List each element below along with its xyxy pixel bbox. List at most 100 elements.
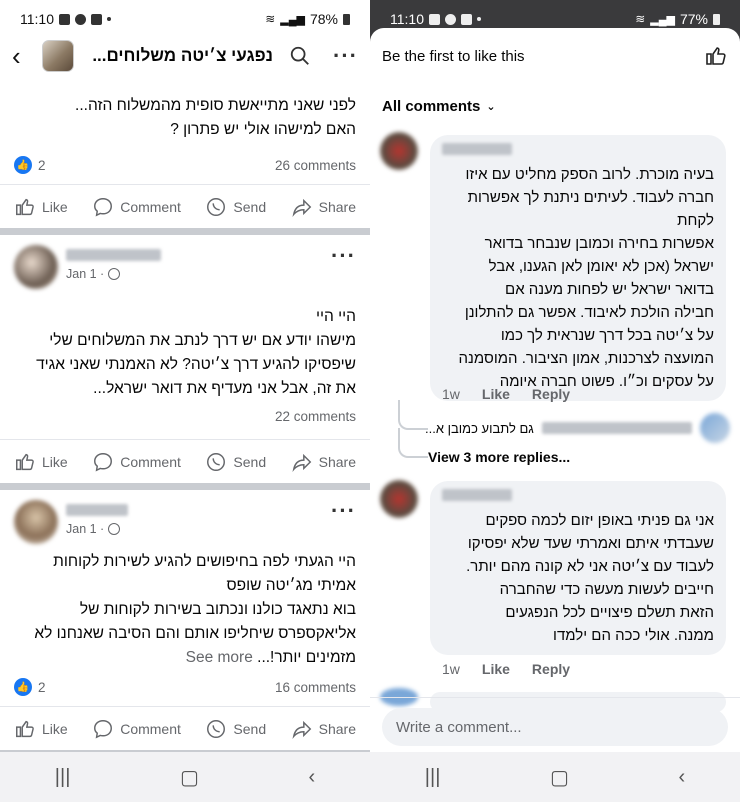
more-options-icon[interactable]: ···: [333, 45, 358, 67]
comments-sheet: Be the first to like this All comments ⌄…: [370, 28, 740, 802]
share-button[interactable]: Share: [291, 718, 356, 740]
post-text-line: אליאקספרס שיחליפו אותם והם הסיבה שאנחנו …: [34, 625, 356, 642]
comment-like-button[interactable]: Like: [482, 661, 510, 677]
mail-icon: [461, 13, 472, 25]
comment-like-button[interactable]: Like: [482, 386, 510, 402]
thumbs-up-icon: [16, 198, 34, 215]
post-options-icon[interactable]: ···: [331, 245, 356, 267]
comment-count[interactable]: 26 comments: [275, 158, 356, 173]
view-more-replies-link[interactable]: View 3 more replies...: [428, 449, 570, 465]
comment-count[interactable]: 22 comments: [275, 409, 356, 424]
comments-filter[interactable]: All comments ⌄: [370, 68, 740, 115]
share-icon: [292, 720, 311, 739]
status-bar: 11:10 ≋ ▂▄▆ 78%: [0, 0, 370, 38]
comment-input[interactable]: Write a comment...: [382, 708, 728, 746]
send-label: Send: [233, 720, 267, 737]
reply-avatar: [699, 413, 730, 443]
comment-button[interactable]: Comment: [92, 451, 181, 473]
mail-icon: [91, 13, 102, 25]
clock: 11:10: [390, 11, 424, 27]
recent-apps-icon[interactable]: |||: [55, 766, 71, 789]
battery-icon: [343, 13, 350, 25]
like-reaction-icon: 👍: [14, 156, 32, 174]
post-text-line: לפני שאני מתייאשת סופית מהמשלוח הזה...: [75, 97, 356, 114]
post-2-header: Jan 1 · ···: [0, 235, 370, 293]
comment-age: 1w: [442, 386, 460, 402]
wifi-icon: ≋: [635, 12, 646, 26]
post-3-meta: 👍 2 16 comments: [0, 672, 370, 702]
thumbs-up-icon: [16, 720, 34, 737]
send-label: Send: [233, 453, 267, 470]
comment-line: חברה לעבוד. לעיתים ניתנת לך אפשרות לקחת: [467, 189, 714, 229]
comment-icon: [94, 719, 113, 739]
commenter-name-redacted[interactable]: [442, 143, 512, 155]
comment-bubble: בעיה מוכרת. לרוב הספק מחליט עם איזו חברה…: [430, 135, 726, 401]
comment-button[interactable]: Comment: [92, 196, 181, 218]
nav-back-icon[interactable]: ‹: [309, 766, 316, 789]
commenter-avatar[interactable]: [380, 480, 418, 518]
post-date[interactable]: Jan 1 ·: [66, 522, 104, 536]
gallery-icon: [429, 13, 440, 25]
search-icon[interactable]: [289, 45, 311, 67]
post-separator: [0, 483, 370, 490]
send-button[interactable]: Send: [205, 718, 266, 740]
comment-line: שעבדתי איתם ואמרתי שעד שלא יפסיקו: [467, 535, 714, 552]
commenter-avatar[interactable]: [380, 132, 418, 170]
post-options-icon[interactable]: ···: [331, 500, 356, 522]
whatsapp-icon: [445, 13, 456, 25]
home-icon[interactable]: ▢: [550, 765, 569, 790]
like-count[interactable]: 2: [38, 680, 46, 695]
back-arrow-icon[interactable]: ‹: [12, 43, 34, 69]
first-like-text: Be the first to like this: [382, 47, 525, 65]
comment-actions: 1w Like Reply: [442, 661, 570, 677]
share-button[interactable]: Share: [291, 196, 356, 218]
group-title[interactable]: נפגעי צ׳יטה משלוחים...: [82, 46, 273, 66]
like-count[interactable]: 2: [38, 158, 46, 173]
post-1-text: לפני שאני מתייאשת סופית מהמשלוח הזה... ה…: [0, 94, 370, 142]
globe-icon: [108, 523, 121, 535]
like-button[interactable]: Like: [14, 451, 68, 473]
comment-line: בדואר ישראל יש לפחות מענה אם: [505, 281, 714, 298]
android-nav-bar: ||| ▢ ‹: [370, 752, 740, 802]
post-date[interactable]: Jan 1 ·: [66, 267, 104, 281]
reply-preview[interactable]: גם לתבוע כמובן א...: [425, 413, 730, 443]
post-1-meta: 👍 2 26 comments: [0, 150, 370, 180]
comment-line: אפשרות בחירה וכמובן שנבחר בדואר: [484, 235, 714, 252]
send-button[interactable]: Send: [205, 196, 266, 218]
commenter-name-redacted[interactable]: [442, 489, 512, 501]
post-text-last-line: מזמינים יותר!... See more: [14, 646, 356, 670]
comment-line: ממנה. אולי ככה הם ילמדו: [553, 627, 714, 644]
recent-apps-icon[interactable]: |||: [425, 766, 441, 789]
nav-back-icon[interactable]: ‹: [679, 766, 686, 789]
comment-icon: [94, 452, 113, 472]
avatar[interactable]: [14, 500, 58, 544]
like-button[interactable]: Like: [14, 196, 68, 218]
author-name-redacted[interactable]: [66, 504, 128, 516]
share-button[interactable]: Share: [291, 451, 356, 473]
comment-icon: [94, 197, 113, 217]
comment-count[interactable]: 16 comments: [275, 680, 356, 695]
more-notifications-icon: [477, 17, 481, 21]
avatar[interactable]: [14, 245, 58, 289]
like-label: Like: [42, 720, 68, 737]
thumbs-up-icon[interactable]: [704, 44, 728, 68]
comment-line: חייבים לעשות מעשה כדי שהחברה: [499, 581, 714, 598]
comment-reply-button[interactable]: Reply: [532, 386, 570, 402]
see-more-link[interactable]: See more: [186, 649, 253, 666]
author-name-redacted[interactable]: [66, 249, 161, 261]
battery-percent: 78%: [309, 11, 338, 27]
send-button[interactable]: Send: [205, 451, 266, 473]
post-text-line: את זה, אבל אני מעדיף את דואר ישראל...: [93, 380, 356, 397]
comment-reply-button[interactable]: Reply: [532, 661, 570, 677]
post-2-text: היי היי מישהו יודע אם יש דרך לנתב את המש…: [0, 305, 370, 401]
comment-actions: 1w Like Reply: [442, 386, 570, 402]
reply-author-redacted: [541, 422, 692, 434]
comment-button[interactable]: Comment: [92, 718, 181, 740]
comment-line: חבילה הולכת לאיבוד. אפשר גם להתלונן: [464, 304, 714, 321]
share-label: Share: [318, 720, 356, 737]
home-icon[interactable]: ▢: [180, 765, 199, 790]
group-thumbnail[interactable]: [42, 40, 74, 72]
like-button[interactable]: Like: [14, 718, 68, 740]
comments-filter-label: All comments: [382, 98, 481, 115]
post-2-actions: Like Comment Send Share: [0, 439, 370, 483]
